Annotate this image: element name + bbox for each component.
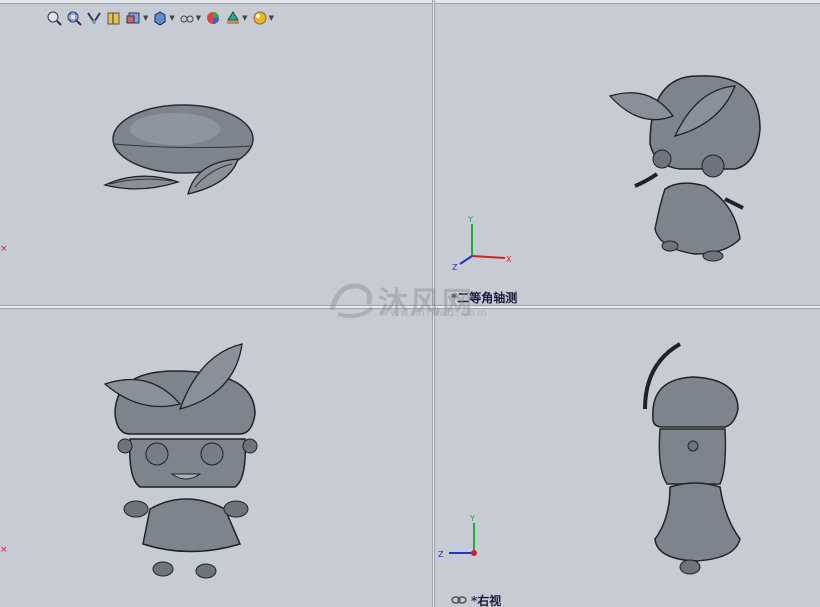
link-view-icon bbox=[451, 596, 467, 604]
viewport-bottom-right[interactable]: Y Z *右视 bbox=[435, 309, 820, 607]
viewport-top-left[interactable]: × bbox=[0, 4, 432, 305]
origin-marker-icon-2: × bbox=[0, 545, 8, 555]
axis-triad-icon-2: Y Z bbox=[438, 514, 477, 559]
viewport-splitter-vertical[interactable] bbox=[432, 0, 435, 607]
viewport-bottom-left[interactable]: × bbox=[0, 309, 432, 607]
section-view-icon[interactable] bbox=[106, 9, 122, 27]
heads-up-view-toolbar: ▼ ▼ ▼ ▼ ▼ bbox=[46, 8, 274, 28]
viewport-splitter-horizontal[interactable] bbox=[0, 305, 820, 309]
edit-appearance-icon[interactable] bbox=[205, 9, 221, 27]
zoom-to-fit-icon[interactable] bbox=[46, 9, 62, 27]
triad-y-label: Y bbox=[467, 215, 473, 224]
zoom-to-area-icon[interactable] bbox=[66, 9, 82, 27]
view-label-right: *右视 bbox=[471, 594, 502, 607]
model-top-view bbox=[103, 104, 254, 195]
view-settings-icon[interactable]: ▼ bbox=[252, 9, 274, 27]
view-label-isometric: *二等角轴测 bbox=[451, 291, 518, 305]
triad-x-label: X bbox=[506, 255, 512, 264]
origin-marker-icon: × bbox=[0, 244, 8, 254]
model-front-view bbox=[103, 343, 258, 579]
axis-triad-icon: Y X Z bbox=[452, 215, 512, 272]
view-orientation-icon[interactable]: ▼ bbox=[126, 9, 148, 27]
triad-z-label: Z bbox=[452, 263, 458, 272]
triad-y-label-2: Y bbox=[469, 514, 475, 523]
previous-view-icon[interactable] bbox=[86, 9, 102, 27]
triad-z-label-2: Z bbox=[438, 550, 444, 559]
hide-show-items-icon[interactable]: ▼ bbox=[179, 9, 201, 27]
viewport-top-right[interactable]: Y X Z *二等角轴测 bbox=[435, 4, 820, 305]
apply-scene-icon[interactable]: ▼ bbox=[225, 9, 248, 27]
display-style-icon[interactable]: ▼ bbox=[152, 9, 175, 27]
